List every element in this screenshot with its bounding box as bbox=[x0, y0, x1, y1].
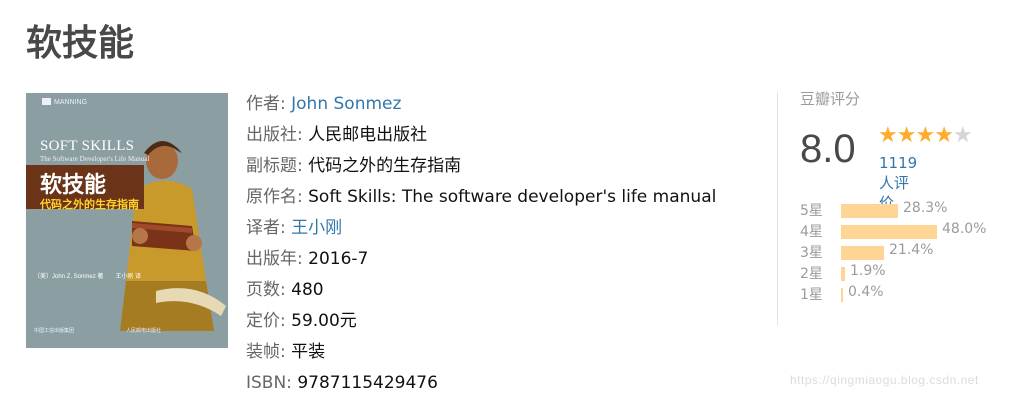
rating-header: 豆瓣评分 bbox=[800, 90, 861, 108]
pages-value: 480 bbox=[291, 280, 324, 300]
isbn-label: ISBN: bbox=[246, 373, 292, 393]
star-icon: ★ bbox=[896, 123, 917, 148]
info-row-pubyear: 出版年: 2016-7 bbox=[246, 244, 716, 275]
info-row-isbn: ISBN: 9787115429476 bbox=[246, 368, 716, 399]
info-row-price: 定价: 59.00元 bbox=[246, 306, 716, 337]
cover-title-en: SOFT SKILLS bbox=[40, 138, 135, 154]
rating-stars: ★★★★★ bbox=[878, 123, 973, 149]
info-row-binding: 装帧: 平装 bbox=[246, 337, 716, 368]
info-row-author: 作者: John Sonmez bbox=[246, 89, 716, 120]
rating-bar-label: 3星 bbox=[800, 245, 823, 261]
rating-bar-row: 3星 21.4% bbox=[800, 241, 1020, 262]
info-row-translator: 译者: 王小刚 bbox=[246, 213, 716, 244]
rating-bar-label: 1星 bbox=[800, 287, 823, 303]
rating-bar-percent: 28.3% bbox=[903, 200, 948, 216]
subtitle-value: 代码之外的生存指南 bbox=[308, 156, 462, 176]
cover-figure-illustration bbox=[120, 141, 226, 331]
info-row-pages: 页数: 480 bbox=[246, 275, 716, 306]
translator-link[interactable]: 王小刚 bbox=[291, 218, 342, 238]
rating-bar-row: 1星 0.4% bbox=[800, 283, 1020, 304]
publisher-mark-text: MANNING bbox=[54, 99, 88, 106]
rating-bar-fill bbox=[841, 204, 898, 218]
binding-label: 装帧: bbox=[246, 342, 286, 362]
author-link[interactable]: John Sonmez bbox=[291, 94, 401, 114]
rating-bar-fill bbox=[841, 225, 937, 239]
pubyear-value: 2016-7 bbox=[308, 249, 369, 269]
rating-bar-row: 4星 48.0% bbox=[800, 220, 1020, 241]
rating-panel: 豆瓣评分 8.0 ★★★★★ 1119人评价 5星 28.3% 4星 48.0%… bbox=[800, 89, 986, 303]
binding-value: 平装 bbox=[291, 342, 326, 362]
page-title: 软技能 bbox=[26, 23, 135, 64]
translator-label: 译者: bbox=[246, 218, 286, 238]
info-row-publisher: 出版社: 人民邮电出版社 bbox=[246, 120, 716, 151]
rating-bar-percent: 21.4% bbox=[889, 242, 934, 258]
info-row-original: 原作名: Soft Skills: The software developer… bbox=[246, 182, 716, 213]
rating-divider bbox=[777, 92, 778, 326]
cover-footer-left: 中国工信出版集团 bbox=[34, 328, 75, 334]
original-value: Soft Skills: The software developer's li… bbox=[308, 187, 717, 207]
cover-authors: 〔美〕John Z. Sonmez 著 王小刚 译 bbox=[34, 274, 142, 280]
cover-footer-right: 人民邮电出版社 bbox=[126, 328, 162, 334]
isbn-value: 9787115429476 bbox=[297, 373, 438, 393]
rating-bar-label: 5星 bbox=[800, 203, 823, 219]
rating-bar-label: 4星 bbox=[800, 224, 823, 240]
rating-bar-row: 5星 28.3% bbox=[800, 199, 1020, 220]
author-label: 作者: bbox=[246, 94, 286, 114]
cover-title-cn: 软技能 bbox=[40, 173, 107, 198]
rating-bar-row: 2星 1.9% bbox=[800, 262, 1020, 283]
price-value: 59.00元 bbox=[291, 311, 357, 331]
star-icon: ★ bbox=[915, 123, 935, 148]
rating-bar-label: 2星 bbox=[800, 266, 823, 282]
subtitle-label: 副标题: bbox=[246, 156, 303, 176]
book-cover[interactable]: MANNING SOFT SKILLS The Software Develop… bbox=[26, 93, 228, 348]
pages-label: 页数: bbox=[246, 280, 286, 300]
rating-bar-fill bbox=[841, 267, 845, 281]
star-empty-icon: ★ bbox=[952, 123, 973, 148]
cover-subtitle-cn: 代码之外的生存指南 bbox=[40, 198, 139, 211]
price-label: 定价: bbox=[246, 311, 286, 331]
star-icon: ★ bbox=[934, 123, 954, 148]
watermark: https://qingmiaogu.blog.csdn.net bbox=[790, 373, 979, 387]
rating-bar-percent: 48.0% bbox=[942, 221, 987, 237]
pubyear-label: 出版年: bbox=[246, 249, 303, 269]
publisher-logo: MANNING bbox=[42, 98, 87, 106]
rating-bar-fill bbox=[841, 246, 884, 260]
rating-bar-percent: 1.9% bbox=[850, 263, 886, 279]
rating-bar-percent: 0.4% bbox=[848, 284, 884, 300]
book-info: 作者: John Sonmez 出版社: 人民邮电出版社 副标题: 代码之外的生… bbox=[246, 89, 716, 399]
rating-score: 8.0 bbox=[800, 127, 856, 171]
info-row-subtitle: 副标题: 代码之外的生存指南 bbox=[246, 151, 716, 182]
original-label: 原作名: bbox=[246, 187, 303, 207]
rating-distribution: 5星 28.3% 4星 48.0% 3星 21.4% 2星 1.9% 1星 0.… bbox=[800, 199, 1020, 304]
star-icon: ★ bbox=[878, 123, 898, 148]
cover-subtitle-en: The Software Developer's Life Manual bbox=[40, 155, 150, 163]
publisher-value: 人民邮电出版社 bbox=[308, 125, 428, 145]
publisher-label: 出版社: bbox=[246, 125, 303, 145]
rating-bar-fill bbox=[841, 288, 843, 302]
